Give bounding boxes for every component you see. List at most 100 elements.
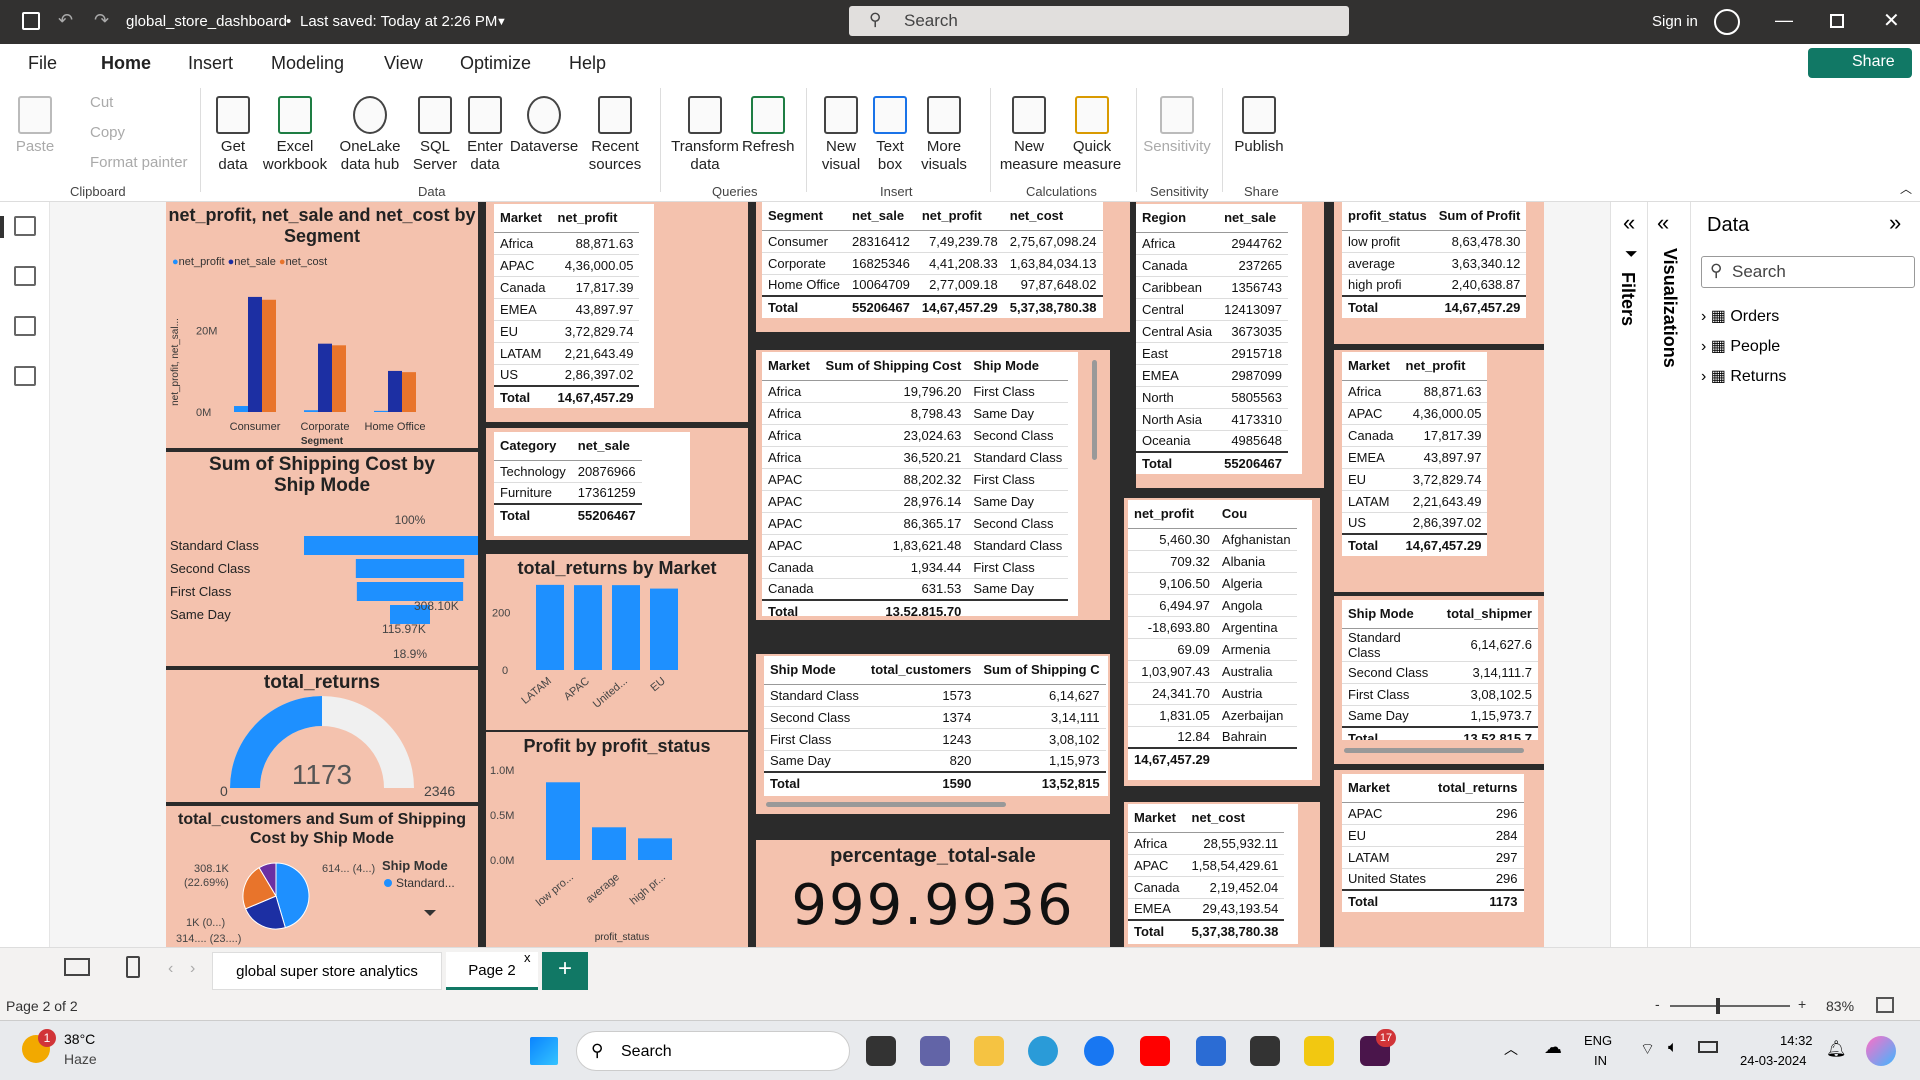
page-tab-1[interactable]: global super store analytics — [212, 952, 442, 990]
redo-icon[interactable]: ↷ — [94, 10, 109, 31]
column-header[interactable]: total_customers — [864, 656, 978, 685]
table-row[interactable]: -18,693.80 Argentina — [1128, 615, 1297, 638]
zoom-slider-thumb[interactable] — [1716, 998, 1720, 1014]
teams-icon[interactable] — [920, 1036, 950, 1066]
avatar-icon[interactable] — [1714, 9, 1740, 35]
zoom-in-icon[interactable]: + — [1798, 996, 1806, 1012]
column-header[interactable]: total_returns — [1432, 774, 1524, 803]
table-row[interactable]: EMEA 43,897.97 — [494, 297, 640, 320]
table-row[interactable]: 12.84 Bahrain — [1128, 725, 1297, 748]
transform-data-button[interactable]: Transform data — [670, 96, 740, 174]
table-row[interactable]: low profit 8,63,478.30 — [1342, 229, 1527, 252]
paste-button[interactable]: Paste — [14, 96, 56, 156]
table-returns[interactable]: › ▦ Returns — [1701, 366, 1786, 386]
clock-date[interactable]: 24-03-2024 — [1740, 1053, 1807, 1068]
report-view-icon[interactable] — [0, 216, 4, 238]
ship-mode-pie-chart[interactable]: total_customers and Sum of Shipping Cost… — [166, 806, 478, 947]
zoom-slider[interactable] — [1670, 1005, 1790, 1007]
cut-button[interactable]: Cut — [90, 94, 113, 111]
table-row[interactable]: 5,460.30 Afghanistan — [1128, 527, 1297, 550]
table-row[interactable]: Second Class 1374 3,14,111 — [764, 705, 1106, 728]
table-row[interactable]: LATAM 2,21,643.49 — [1342, 489, 1488, 512]
shipments-table[interactable]: Ship Mode total_shipmer Standard Class 6,14… — [1342, 600, 1538, 740]
table-row[interactable]: First Class 1243 3,08,102 — [764, 727, 1106, 750]
menu-optimize[interactable]: Optimize — [460, 53, 531, 74]
table-row[interactable]: 24,341.70 Austria — [1128, 681, 1297, 704]
column-header[interactable]: profit_status — [1342, 202, 1433, 231]
filter-icon[interactable]: ⏷ — [1625, 246, 1638, 264]
table-row[interactable]: Africa 88,871.63 — [494, 231, 640, 254]
column-header[interactable]: net_profit — [551, 204, 640, 233]
column-header[interactable]: net_profit — [915, 202, 1004, 231]
table-row[interactable]: Africa 28,55,932.11 — [1128, 831, 1285, 854]
copy-button[interactable]: Copy — [90, 124, 125, 141]
column-header[interactable]: net_sale — [571, 432, 642, 461]
scrollbar[interactable] — [766, 802, 1006, 807]
table-row[interactable]: First Class 3,08,102.5 — [1342, 682, 1538, 705]
new-measure-button[interactable]: New measure — [996, 96, 1062, 174]
table-row[interactable]: Canada 237265 — [1136, 253, 1288, 276]
start-icon[interactable] — [530, 1037, 558, 1065]
table-row[interactable]: APAC 4,36,000.05 — [494, 253, 640, 276]
collapse-visualizations-icon[interactable]: « — [1657, 210, 1669, 236]
column-header[interactable]: net_profit — [1399, 352, 1488, 381]
sticky-notes-icon[interactable] — [1250, 1036, 1280, 1066]
filters-pane-tab[interactable]: Filters — [1617, 272, 1638, 326]
excel-workbook-button[interactable]: Excel workbook — [262, 96, 328, 174]
quick-measure-button[interactable]: Quick measure — [1062, 96, 1122, 174]
table-row[interactable]: Home Office 10064709 2,77,009.18 97,87,648.… — [762, 273, 1103, 296]
column-header[interactable]: Sum of Profit — [1432, 202, 1527, 231]
restore-icon[interactable] — [1830, 14, 1844, 28]
category-table[interactable]: Category net_sale Technology 20876966 Furnit… — [494, 432, 642, 526]
column-header[interactable]: net_cost — [1003, 202, 1103, 231]
market-cost-table[interactable]: Market net_cost Africa 28,55,932.11 APAC 1,58… — [1128, 804, 1285, 942]
segment-column-chart[interactable]: net_profit, net_sale and net_cost by Seg… — [166, 202, 478, 448]
table-row[interactable]: Consumer 28316412 7,49,239.78 2,75,67,098.2… — [762, 229, 1103, 252]
collapse-ribbon-icon[interactable]: ︿ — [1900, 180, 1912, 197]
table-row[interactable]: Canada 1,934.44 First Class — [762, 555, 1069, 578]
table-row[interactable]: EMEA 29,43,193.54 — [1128, 897, 1285, 920]
dax-query-icon[interactable] — [14, 366, 36, 386]
table-orders[interactable]: › ▦ Orders — [1701, 306, 1779, 326]
file-explorer-icon[interactable] — [974, 1036, 1004, 1066]
table-row[interactable]: Corporate 16825346 4,41,208.33 1,63,84,034.… — [762, 251, 1103, 274]
collapse-filters-icon[interactable]: « — [1623, 210, 1635, 236]
returns-gauge[interactable]: total_returns 1173 0 2346 — [166, 670, 478, 802]
menu-modeling[interactable]: Modeling — [271, 53, 344, 74]
menu-view[interactable]: View — [384, 53, 423, 74]
table-row[interactable]: Canada 2,19,452.04 — [1128, 875, 1285, 898]
column-header[interactable]: Ship Mode — [764, 656, 865, 685]
region[interactable]: IN — [1594, 1053, 1607, 1068]
menu-help[interactable]: Help — [569, 53, 606, 74]
table-row[interactable]: Canada 631.53 Same Day — [762, 577, 1069, 600]
fit-page-icon[interactable] — [1876, 997, 1894, 1013]
table-row[interactable]: EU 284 — [1342, 823, 1524, 846]
table-row[interactable]: APAC 1,58,54,429.61 — [1128, 853, 1285, 876]
profit-by-status-chart[interactable]: Profit by profit_status 1.0M 0.5M 0.0M low … — [486, 732, 748, 947]
sign-in-link[interactable]: Sign in — [1652, 13, 1698, 30]
column-header[interactable]: Sum of Shipping C — [977, 656, 1106, 685]
scrollbar[interactable] — [1092, 360, 1097, 460]
ship-mode-funnel-chart[interactable]: Sum of Shipping Cost by Ship Mode 100% St… — [166, 452, 478, 666]
youtube-icon[interactable] — [1140, 1036, 1170, 1066]
table-row[interactable]: Africa 2944762 — [1136, 231, 1288, 254]
percentage-sale-card[interactable]: percentage_total-sale 999.9936 — [756, 840, 1110, 947]
table-row[interactable]: EMEA 43,897.97 — [1342, 445, 1488, 468]
wifi-icon[interactable]: ⌔ — [1640, 1039, 1655, 1059]
menu-insert[interactable]: Insert — [188, 53, 233, 74]
task-view-icon[interactable] — [866, 1036, 896, 1066]
table-row[interactable]: APAC 4,36,000.05 — [1342, 401, 1488, 424]
market-profit-table-2[interactable]: Market net_profit Africa 88,871.63 APAC 4,36,… — [1342, 352, 1488, 556]
table-row[interactable]: Same Day 820 1,15,973 — [764, 749, 1106, 772]
report-view-icon[interactable] — [14, 216, 36, 236]
table-row[interactable]: high profi 2,40,638.87 — [1342, 273, 1527, 296]
dataverse-button[interactable]: Dataverse — [508, 96, 580, 156]
column-header[interactable]: Category — [494, 432, 572, 461]
sensitivity-button[interactable]: Sensitivity — [1140, 96, 1214, 156]
table-row[interactable]: Standard Class 6,14,627.6 — [1342, 627, 1538, 661]
power-bi-icon[interactable] — [1304, 1036, 1334, 1066]
country-profit-table[interactable]: net_profit Cou 5,460.30 Afghanistan 709.32 Al… — [1128, 500, 1297, 770]
store-icon[interactable] — [1196, 1036, 1226, 1066]
recent-sources-button[interactable]: Recent sources — [580, 96, 650, 174]
column-header[interactable]: net_cost — [1185, 804, 1285, 833]
